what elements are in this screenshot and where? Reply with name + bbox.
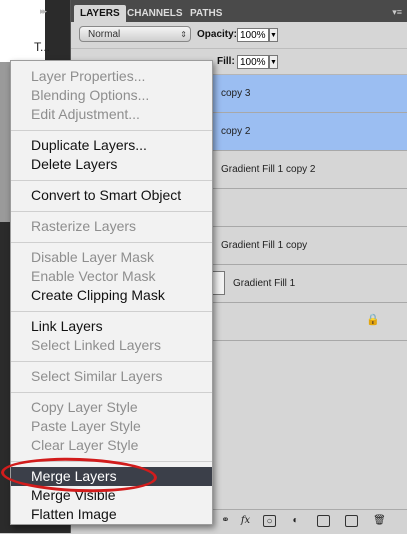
panel-tab-bar: LAYERS CHANNELS PATHS ▾≡ <box>71 0 407 22</box>
lock-icon: 🔒 <box>366 314 380 326</box>
menu-item-link-layers[interactable]: Link Layers <box>11 317 212 336</box>
menu-separator <box>11 130 212 131</box>
menu-separator <box>11 392 212 393</box>
new-layer-icon[interactable] <box>345 515 358 527</box>
menu-item-select-linked-layers[interactable]: Select Linked Layers <box>11 336 212 355</box>
menu-item-layer-properties[interactable]: Layer Properties... <box>11 67 212 86</box>
menu-separator <box>11 311 212 312</box>
layer-name: Gradient Fill 1 copy 2 <box>221 164 316 175</box>
menu-item-select-similar-layers[interactable]: Select Similar Layers <box>11 367 212 386</box>
opacity-input[interactable]: 100% <box>237 28 269 42</box>
fill-input[interactable]: 100% <box>237 55 269 69</box>
menu-item-convert-to-smart-object[interactable]: Convert to Smart Object <box>11 186 212 205</box>
document-text-fragment: T... <box>34 40 51 54</box>
opacity-label: Opacity: <box>197 29 238 40</box>
menu-separator <box>11 180 212 181</box>
menu-item-duplicate-layers[interactable]: Duplicate Layers... <box>11 136 212 155</box>
layer-options-row: Normal ⇕ Opacity: 100% ▼ <box>71 22 407 49</box>
menu-item-clear-layer-style[interactable]: Clear Layer Style <box>11 436 212 455</box>
chevron-updown-icon: ⇕ <box>180 30 187 39</box>
menu-item-delete-layers[interactable]: Delete Layers <box>11 155 212 174</box>
menu-item-disable-layer-mask[interactable]: Disable Layer Mask <box>11 248 212 267</box>
link-icon[interactable]: ⚭ <box>219 515 232 527</box>
layer-context-menu: Layer Properties... Blending Options... … <box>10 60 213 525</box>
fill-label: Fill: <box>217 56 235 67</box>
layer-name: copy 2 <box>221 126 251 137</box>
menu-item-blending-options[interactable]: Blending Options... <box>11 86 212 105</box>
folder-icon[interactable] <box>317 515 330 527</box>
blend-mode-select[interactable]: Normal ⇕ <box>79 26 191 42</box>
layer-name: Gradient Fill 1 <box>233 278 296 289</box>
fill-dropdown-icon[interactable]: ▼ <box>269 55 278 69</box>
blend-mode-value: Normal <box>88 29 121 40</box>
menu-separator <box>11 211 212 212</box>
tab-paths[interactable]: PATHS <box>184 5 228 22</box>
menu-item-rasterize-layers[interactable]: Rasterize Layers <box>11 217 212 236</box>
tab-layers[interactable]: LAYERS <box>74 5 126 22</box>
menu-item-edit-adjustment[interactable]: Edit Adjustment... <box>11 105 212 124</box>
layer-name: Gradient Fill 1 copy <box>221 240 308 251</box>
menu-item-flatten-image[interactable]: Flatten Image <box>11 505 212 524</box>
menu-separator <box>11 361 212 362</box>
document-window-fragment: T... <box>0 0 50 62</box>
fx-icon[interactable]: fx <box>239 515 252 527</box>
mask-icon[interactable]: ○ <box>263 515 276 527</box>
tab-channels[interactable]: CHANNELS <box>121 5 189 22</box>
menu-item-create-clipping-mask[interactable]: Create Clipping Mask <box>11 286 212 305</box>
panel-menu-icon[interactable]: ▾≡ <box>392 7 402 18</box>
menu-item-paste-layer-style[interactable]: Paste Layer Style <box>11 417 212 436</box>
trash-icon[interactable]: 🗑 <box>373 515 386 527</box>
menu-item-enable-vector-mask[interactable]: Enable Vector Mask <box>11 267 212 286</box>
menu-separator <box>11 242 212 243</box>
collapse-arrows-icon[interactable]: ▸▸ <box>40 6 47 17</box>
adjustment-icon[interactable]: ◐ <box>289 515 302 527</box>
opacity-dropdown-icon[interactable]: ▼ <box>269 28 278 42</box>
menu-item-copy-layer-style[interactable]: Copy Layer Style <box>11 398 212 417</box>
layer-name: copy 3 <box>221 88 251 99</box>
